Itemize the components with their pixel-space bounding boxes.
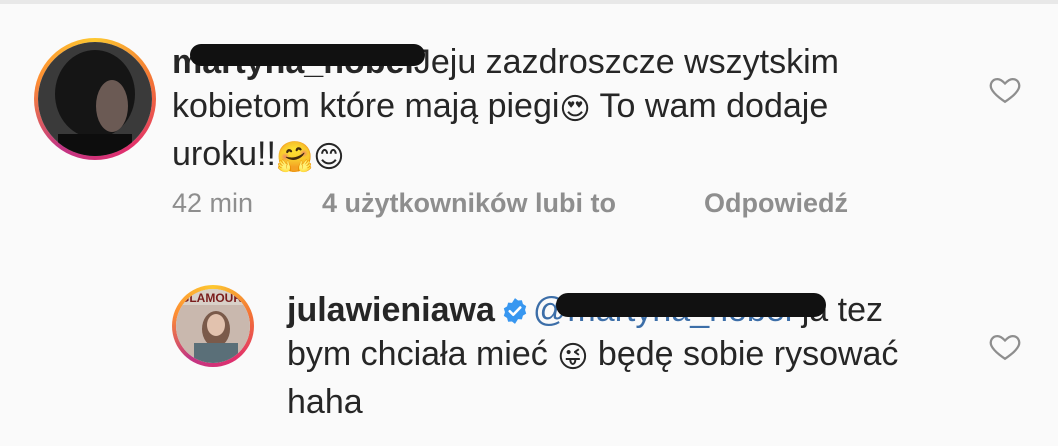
heart-outline-icon[interactable] xyxy=(988,329,1022,363)
likes-count-link[interactable]: 4 użytkowników lubi to xyxy=(322,188,704,219)
comment-time: 42 min xyxy=(172,188,254,218)
reply-username[interactable]: julawieniawa xyxy=(287,291,495,329)
comment-text: martyna_nobelJeju zazdroszcze wszytskim … xyxy=(172,40,932,180)
avatar[interactable] xyxy=(34,38,156,160)
emoji-winking-tongue: 😜 xyxy=(557,341,589,374)
redaction-mark xyxy=(190,44,425,66)
svg-text:GLAMOUR: GLAMOUR xyxy=(180,291,242,305)
redaction-mark xyxy=(556,293,826,317)
top-divider xyxy=(0,0,1058,4)
verified-badge-icon xyxy=(503,298,527,324)
comment-meta: 42 min 4 użytkowników lubi to Odpowiedź xyxy=(172,188,848,219)
reply-button[interactable]: Odpowiedź xyxy=(704,188,848,219)
emoji-heart-eyes: 😍 xyxy=(559,93,591,126)
heart-outline-icon[interactable] xyxy=(988,72,1022,106)
emoji-hug-smile: 🤗😊 xyxy=(275,141,345,174)
comment-item: martyna_nobelJeju zazdroszcze wszytskim … xyxy=(0,38,1058,238)
avatar-photo: GLAMOUR xyxy=(176,289,250,363)
reply-item: GLAMOUR julawieniawa @martyna_nobel ja t… xyxy=(0,285,1058,445)
avatar[interactable]: GLAMOUR xyxy=(172,285,254,367)
avatar-photo xyxy=(38,42,152,156)
